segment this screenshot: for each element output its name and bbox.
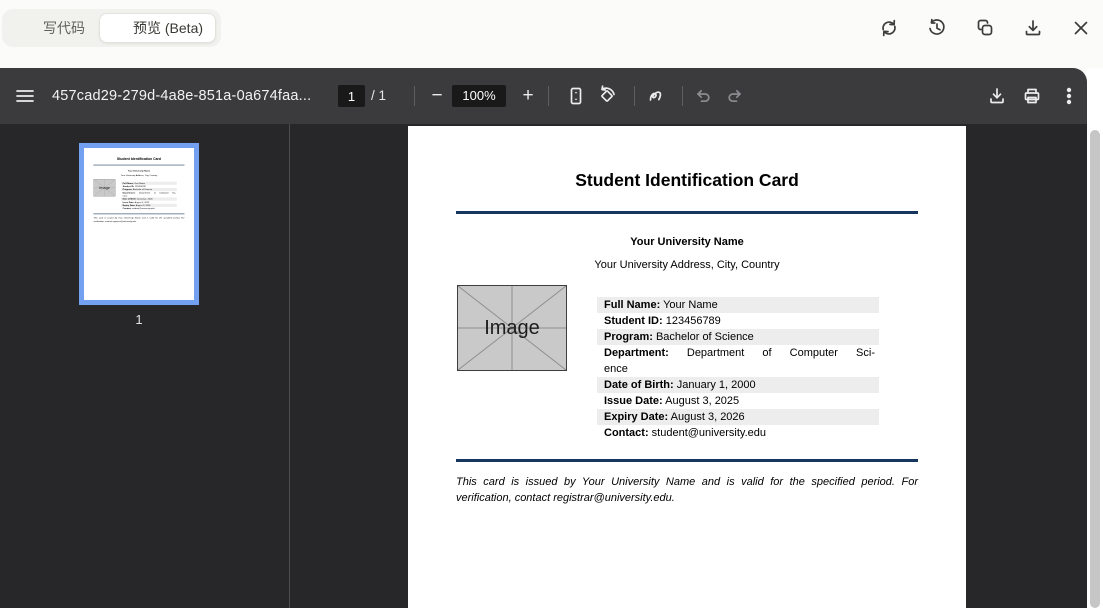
image-placeholder: Image — [457, 285, 567, 371]
tab-preview-label: 预览 (Beta) — [133, 18, 203, 38]
duplicate-button[interactable] — [973, 16, 997, 40]
menu-button[interactable] — [9, 80, 41, 112]
page-number-input[interactable] — [338, 85, 365, 107]
annotate-button[interactable] — [640, 80, 672, 112]
annotate-pen-icon — [646, 86, 666, 106]
rotate-icon — [596, 85, 618, 107]
table-row-student-id: Student ID: 123456789 — [597, 313, 879, 329]
doc-divider-top — [456, 211, 918, 214]
doc-title: Student Identification Card — [408, 170, 966, 191]
pdf-download-icon — [987, 86, 1007, 106]
duplicate-icon — [975, 18, 995, 38]
thumbnail-page-preview: Student Identification Card Your Univers… — [84, 148, 194, 300]
page-wrap: Student Identification Card Your Univers… — [408, 126, 966, 608]
refresh-icon — [879, 18, 899, 38]
image-placeholder-label: Image — [458, 286, 566, 370]
zoom-in-button[interactable]: + — [512, 80, 544, 112]
undo-icon — [693, 86, 713, 106]
redo-icon — [725, 86, 745, 106]
table-row-date-of-birth: Date of Birth: January 1, 2000 — [597, 377, 879, 393]
thumbnail-page-number: 1 — [79, 312, 199, 327]
toolbar-separator — [682, 86, 683, 106]
pdf-filename: 457cad29-279d-4a8e-851a-0a674faa... — [52, 68, 311, 124]
header-actions — [877, 16, 1093, 40]
fit-page-button[interactable] — [560, 80, 592, 112]
toolbar-separator — [548, 86, 549, 106]
pdf-print-button[interactable] — [1016, 80, 1048, 112]
university-address: Your University Address, City, Country — [408, 259, 966, 271]
download-icon — [1023, 18, 1043, 38]
zoom-level[interactable]: 100% — [452, 85, 506, 107]
minus-icon: − — [421, 80, 453, 112]
refresh-button[interactable] — [877, 16, 901, 40]
doc-divider-bottom — [456, 459, 918, 462]
mode-tabs: 写代码 预览 (Beta) — [2, 9, 221, 47]
table-row-contact: Contact: student@university.edu — [597, 425, 879, 441]
table-row-full-name: Full Name: Your Name — [597, 297, 879, 313]
page-count: / 1 — [371, 68, 386, 124]
print-icon — [1022, 86, 1042, 106]
pdf-download-button[interactable] — [981, 80, 1013, 112]
table-row-program: Program: Bachelor of Science — [597, 329, 879, 345]
history-icon — [927, 18, 947, 38]
table-row-department: Department: Department of Computer Sci- … — [597, 345, 879, 377]
fit-page-icon — [566, 86, 586, 106]
download-button[interactable] — [1021, 16, 1045, 40]
pdf-toolbar: 457cad29-279d-4a8e-851a-0a674faa... / 1 … — [0, 68, 1087, 124]
toolbar-separator — [414, 86, 415, 106]
scrollbar-thumb[interactable] — [1090, 130, 1100, 608]
redo-button[interactable] — [719, 80, 751, 112]
page-thumbnail[interactable]: Student Identification Card Your Univers… — [79, 143, 199, 305]
doc-footer-line1: This card is issued by Your University N… — [456, 474, 918, 490]
history-button[interactable] — [925, 16, 949, 40]
sidebar-divider[interactable] — [289, 124, 290, 608]
code-icon — [19, 20, 37, 36]
rotate-button[interactable] — [591, 80, 623, 112]
doc-footer: This card is issued by Your University N… — [456, 474, 918, 506]
close-icon — [1072, 19, 1090, 37]
pdf-content-area: Student Identification Card Your Univers… — [0, 124, 1087, 608]
more-options-button[interactable] — [1053, 80, 1085, 112]
app-header: 写代码 预览 (Beta) — [0, 0, 1103, 68]
pdf-page: Student Identification Card Your Univers… — [408, 126, 966, 608]
table-row-expiry-date: Expiry Date: August 3, 2026 — [597, 409, 879, 425]
plus-icon: + — [512, 80, 544, 112]
university-name: Your University Name — [408, 236, 966, 248]
hamburger-icon — [15, 87, 35, 105]
zoom-out-button[interactable]: − — [421, 80, 453, 112]
tab-preview[interactable]: 预览 (Beta) — [99, 13, 216, 43]
tab-write-code[interactable]: 写代码 — [7, 13, 97, 43]
undo-button[interactable] — [687, 80, 719, 112]
close-button[interactable] — [1069, 16, 1093, 40]
tab-write-code-label: 写代码 — [43, 18, 85, 38]
doc-footer-line2: verification, contact registrar@universi… — [456, 490, 918, 506]
play-icon — [112, 21, 127, 36]
scrollbar-track[interactable] — [1087, 68, 1103, 608]
table-row-issue-date: Issue Date: August 3, 2025 — [597, 393, 879, 409]
kebab-menu-icon — [1059, 86, 1079, 106]
toolbar-separator — [634, 86, 635, 106]
